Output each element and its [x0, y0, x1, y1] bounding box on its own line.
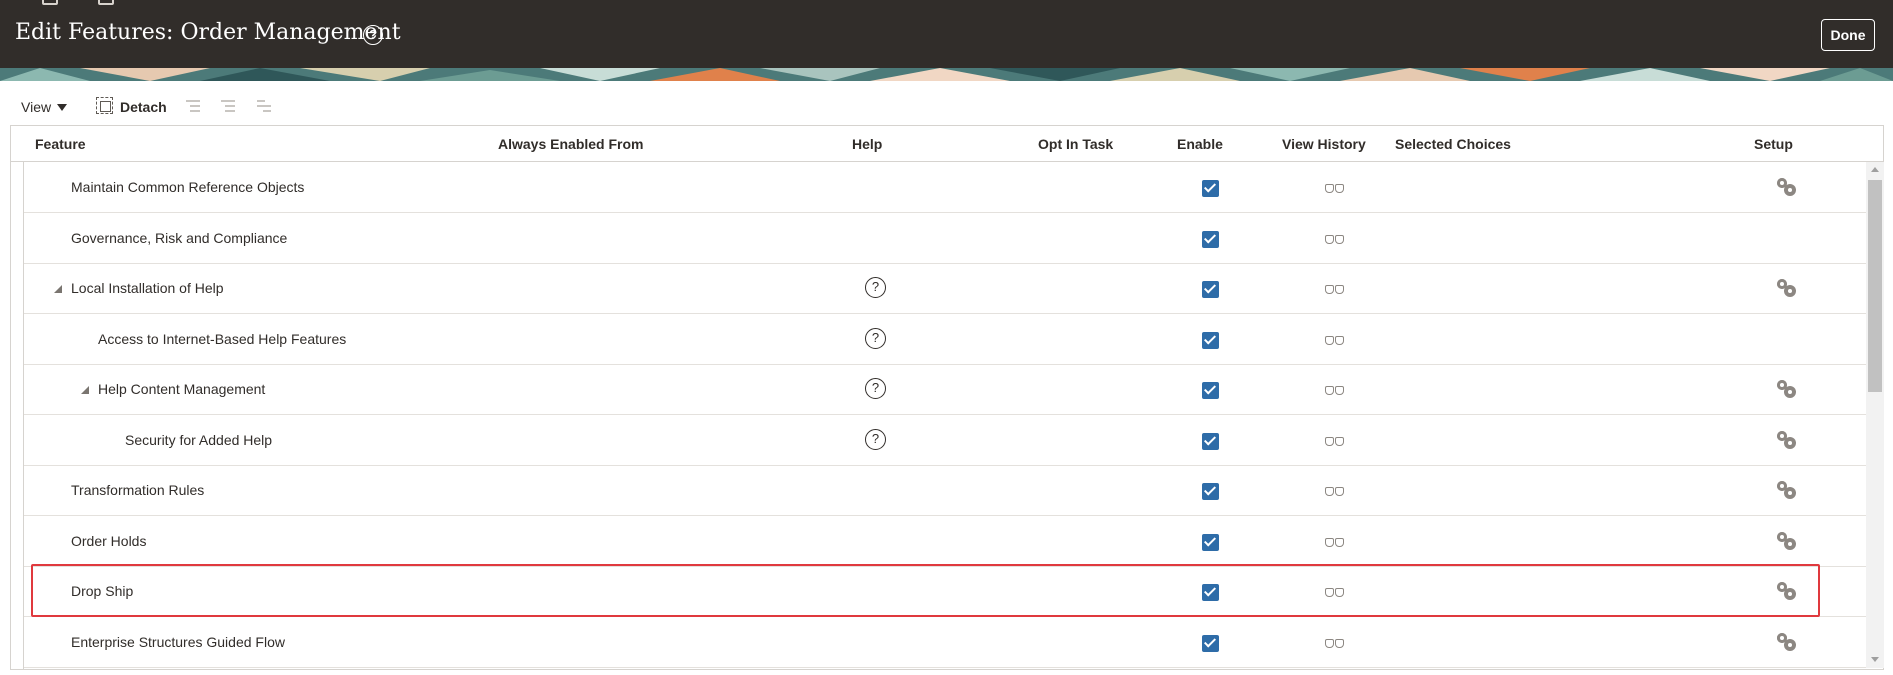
- view-history-icon[interactable]: [1325, 233, 1345, 244]
- gear-icon: [1784, 184, 1796, 196]
- page-title: Edit Features: Order Management: [15, 20, 401, 45]
- column-header-help[interactable]: Help: [852, 136, 882, 152]
- setup-gears-icon[interactable]: [1776, 430, 1798, 450]
- setup-gears-icon[interactable]: [1776, 278, 1798, 298]
- gear-icon: [1784, 638, 1796, 651]
- collapse-triangle-icon[interactable]: [54, 285, 62, 293]
- page-header: Edit Features: Order Management ? Done: [0, 0, 1893, 68]
- setup-gears-icon[interactable]: [1776, 480, 1798, 500]
- enable-checkbox[interactable]: [1202, 180, 1219, 197]
- scroll-down-icon[interactable]: [1871, 657, 1879, 662]
- done-button[interactable]: Done: [1821, 19, 1875, 51]
- help-icon[interactable]: ?: [865, 428, 886, 450]
- help-icon[interactable]: ?: [865, 277, 886, 298]
- gear-icon: [1784, 436, 1796, 449]
- view-history-icon[interactable]: [1325, 283, 1345, 294]
- view-history-icon[interactable]: [1325, 182, 1345, 193]
- decorative-banner: [0, 68, 1893, 81]
- table-row[interactable]: Transformation Rules: [24, 465, 1866, 516]
- table-row[interactable]: Security for Added Help?: [24, 415, 1866, 466]
- table-row[interactable]: Local Installation of Help?: [24, 263, 1866, 314]
- features-table: Feature Always Enabled From Help Opt In …: [10, 125, 1884, 670]
- table-row[interactable]: Enterprise Structures Guided Flow: [24, 617, 1866, 668]
- column-header-setup[interactable]: Setup: [1754, 136, 1793, 152]
- column-header-view-history[interactable]: View History: [1282, 136, 1366, 152]
- row-selector-gutter: [11, 126, 24, 669]
- enable-checkbox[interactable]: [1202, 432, 1219, 450]
- scrollbar-thumb[interactable]: [1868, 180, 1882, 392]
- table-row[interactable]: Help Content Management?: [24, 364, 1866, 415]
- feature-name: Drop Ship: [71, 583, 134, 599]
- setup-gears-icon[interactable]: [1776, 632, 1798, 652]
- enable-checkbox[interactable]: [1202, 533, 1219, 551]
- enable-checkbox[interactable]: [1202, 331, 1219, 349]
- view-menu[interactable]: View: [21, 99, 51, 115]
- view-history-icon[interactable]: [1325, 384, 1345, 395]
- setup-gears-icon[interactable]: [1776, 581, 1798, 601]
- feature-name: Help Content Management: [98, 381, 266, 397]
- setup-gears-icon[interactable]: [1776, 177, 1798, 197]
- feature-name: Local Installation of Help: [71, 280, 224, 296]
- column-header-selected-choices[interactable]: Selected Choices: [1395, 136, 1511, 152]
- help-icon[interactable]: ?: [363, 25, 383, 45]
- gear-icon: [1784, 487, 1796, 499]
- column-header-opt-in-task[interactable]: Opt In Task: [1038, 136, 1113, 152]
- banner-pattern: [0, 68, 1893, 81]
- enable-checkbox[interactable]: [1202, 483, 1219, 500]
- caret-down-icon[interactable]: [57, 104, 67, 111]
- table-row[interactable]: Order Holds: [24, 516, 1866, 567]
- column-header-feature[interactable]: Feature: [35, 136, 86, 152]
- column-header-always-enabled-from[interactable]: Always Enabled From: [498, 136, 643, 152]
- detach-icon[interactable]: [96, 97, 113, 114]
- gear-icon: [1784, 537, 1796, 550]
- gear-icon: [1784, 588, 1796, 600]
- table-row[interactable]: Maintain Common Reference Objects: [24, 162, 1866, 213]
- table-row[interactable]: Drop Ship: [24, 566, 1866, 617]
- view-history-icon[interactable]: [1325, 334, 1345, 345]
- view-history-icon[interactable]: [1325, 485, 1345, 496]
- app-icon[interactable]: [98, 0, 114, 5]
- view-history-icon[interactable]: [1325, 536, 1345, 547]
- enable-checkbox[interactable]: [1202, 634, 1219, 652]
- vertical-scrollbar[interactable]: [1866, 162, 1884, 668]
- scroll-up-icon[interactable]: [1871, 167, 1879, 172]
- gear-icon: [1784, 386, 1796, 398]
- gear-icon: [1784, 285, 1796, 297]
- feature-name: Maintain Common Reference Objects: [71, 179, 305, 195]
- collapse-all-icon: [221, 98, 238, 114]
- detach-button[interactable]: Detach: [120, 99, 167, 115]
- help-icon[interactable]: ?: [865, 378, 886, 399]
- view-history-icon[interactable]: [1325, 637, 1345, 648]
- setup-gears-icon[interactable]: [1776, 531, 1798, 551]
- enable-checkbox[interactable]: [1202, 230, 1219, 248]
- help-icon[interactable]: ?: [865, 327, 886, 349]
- setup-gears-icon[interactable]: [1776, 379, 1798, 399]
- view-history-icon[interactable]: [1325, 435, 1345, 446]
- feature-name: Governance, Risk and Compliance: [71, 229, 288, 246]
- feature-name: Order Holds: [71, 532, 147, 549]
- feature-name: Enterprise Structures Guided Flow: [71, 633, 285, 650]
- table-toolbar: View Detach: [0, 91, 1893, 121]
- column-header-enable[interactable]: Enable: [1177, 136, 1223, 152]
- app-icon[interactable]: [42, 0, 58, 5]
- collapse-triangle-icon[interactable]: [81, 386, 89, 394]
- feature-name: Transformation Rules: [71, 482, 205, 498]
- enable-checkbox[interactable]: [1202, 584, 1219, 601]
- expand-all-icon: [186, 98, 203, 114]
- feature-name: Security for Added Help: [125, 431, 273, 448]
- feature-name: Access to Internet-Based Help Features: [98, 330, 347, 347]
- table-header: Feature Always Enabled From Help Opt In …: [11, 126, 1883, 162]
- table-row[interactable]: Governance, Risk and Compliance: [24, 213, 1866, 264]
- table-row[interactable]: Access to Internet-Based Help Features?: [24, 314, 1866, 365]
- enable-checkbox[interactable]: [1202, 281, 1219, 298]
- view-history-icon[interactable]: [1325, 586, 1345, 597]
- hierarchy-icon: [257, 98, 274, 114]
- enable-checkbox[interactable]: [1202, 382, 1219, 399]
